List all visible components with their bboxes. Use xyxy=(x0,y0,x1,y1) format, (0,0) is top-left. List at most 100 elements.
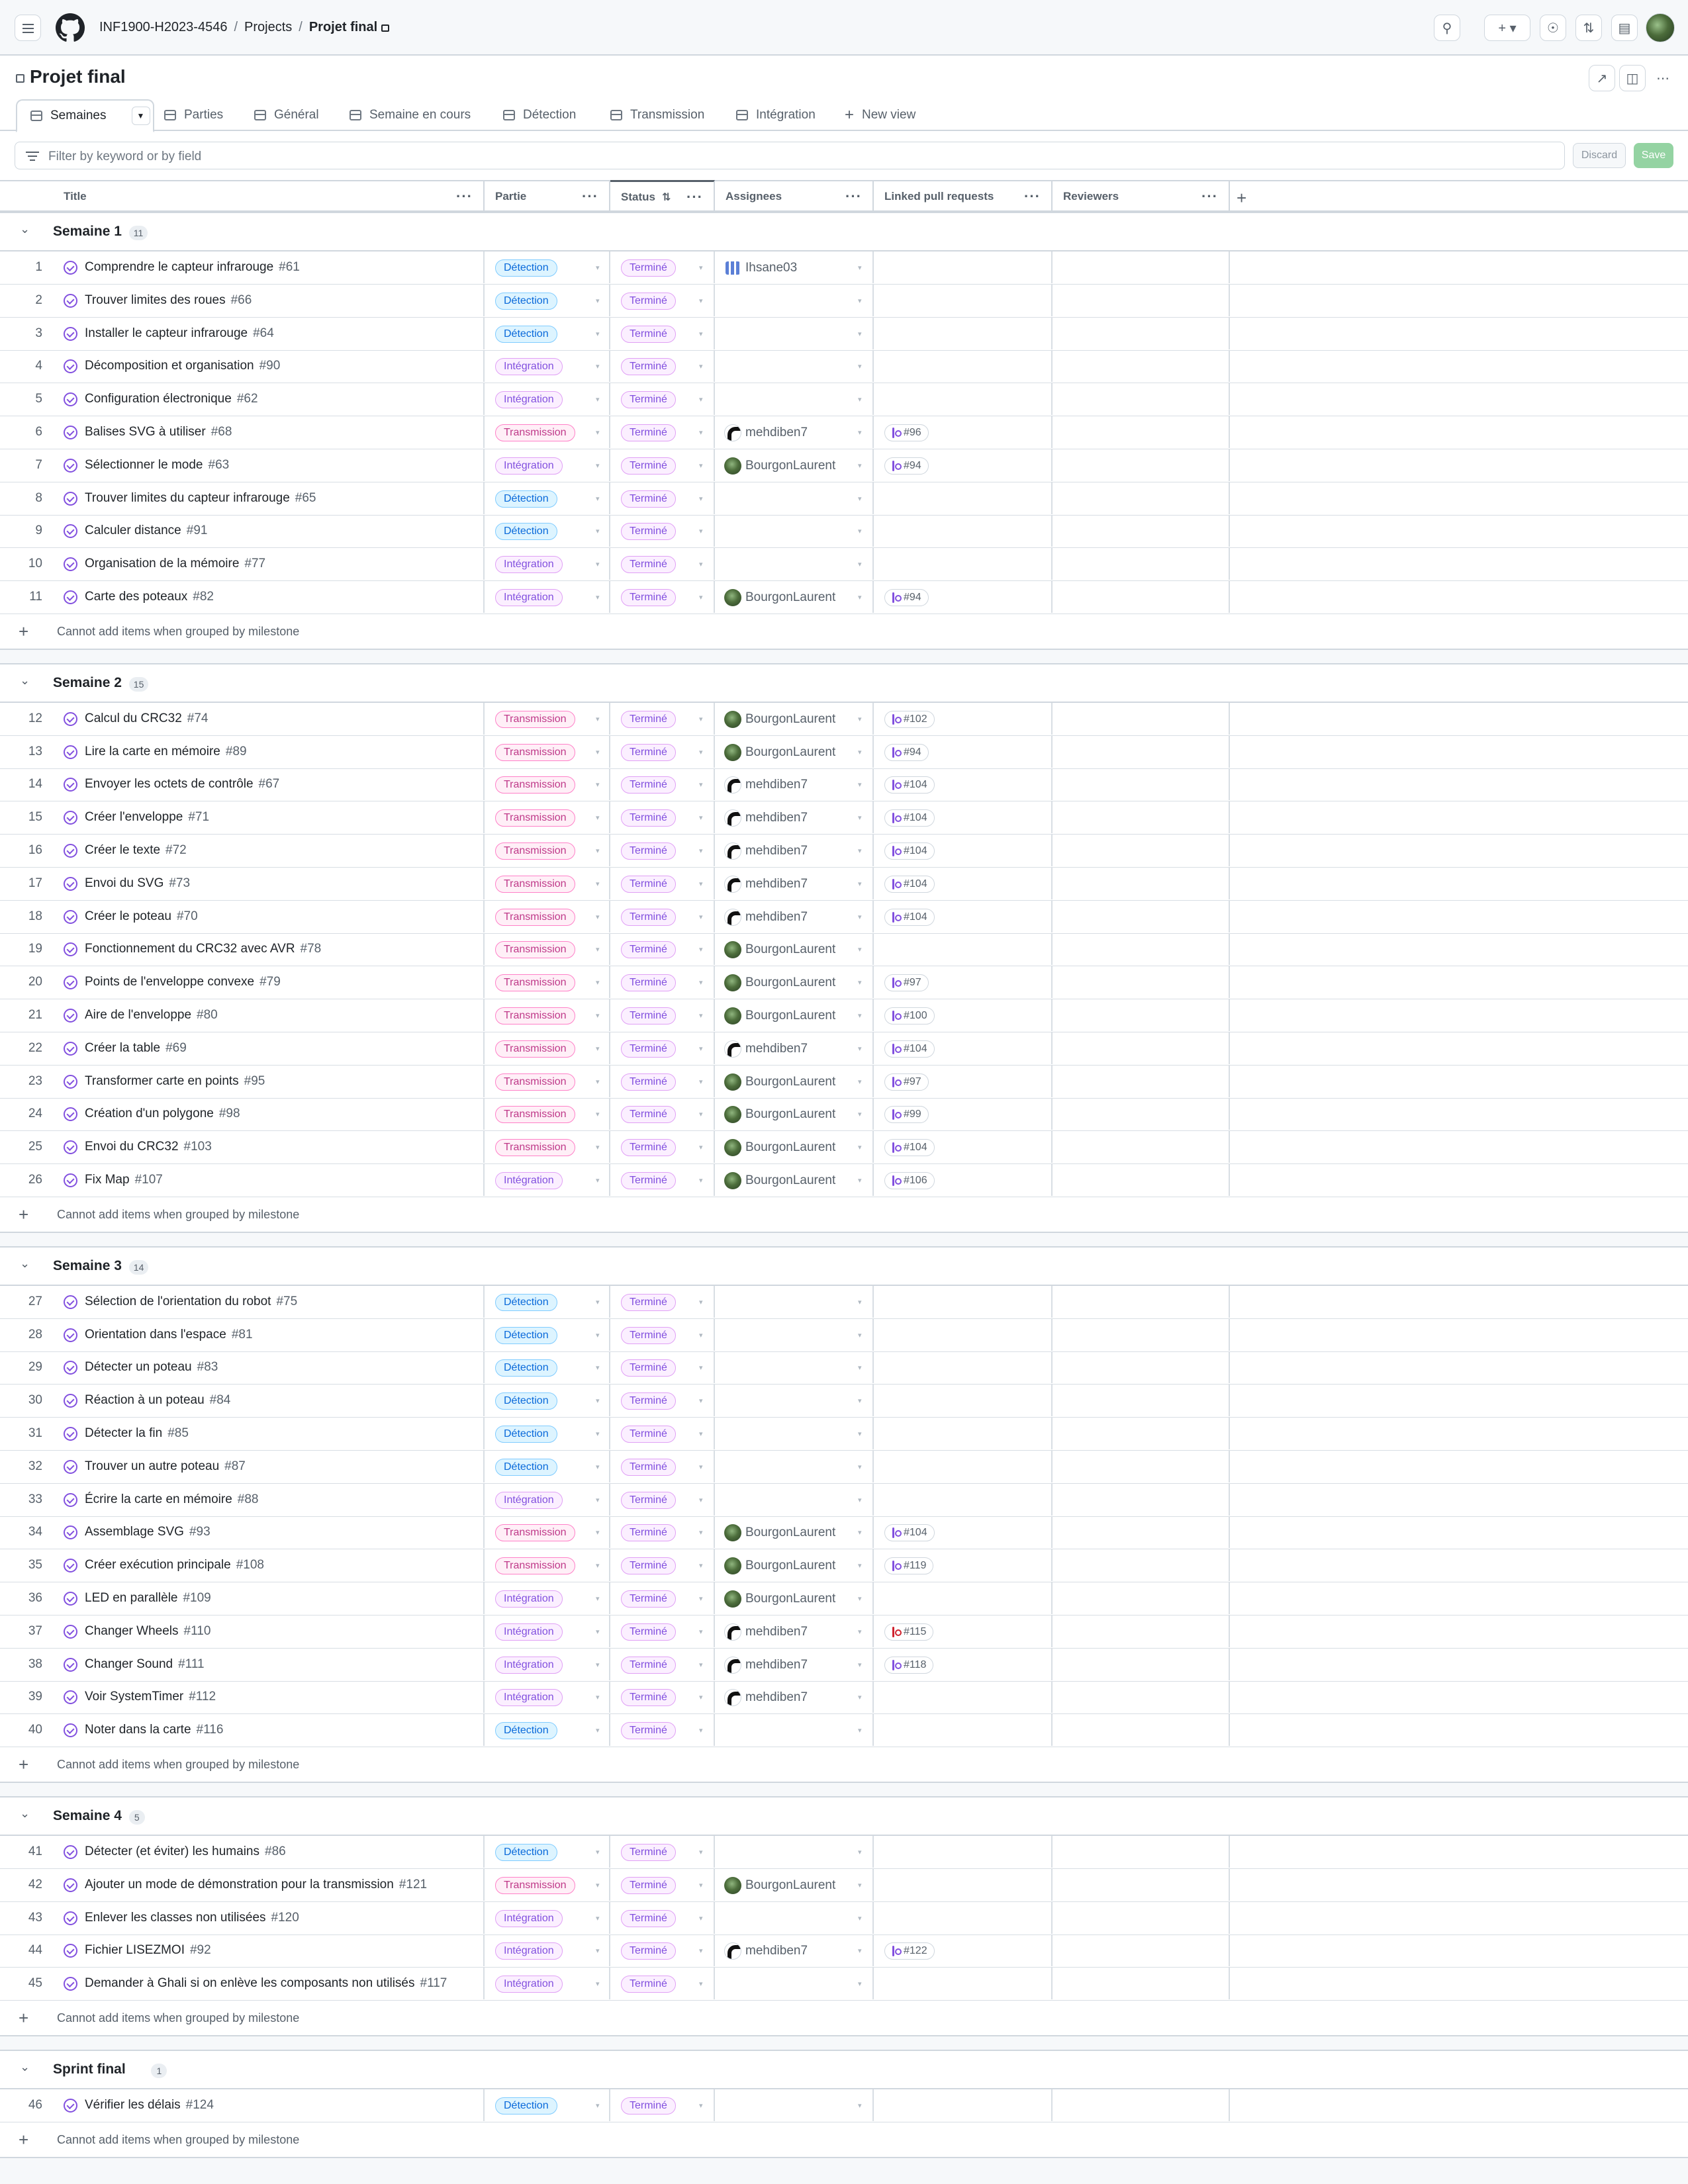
partie-badge[interactable]: Intégration xyxy=(495,1909,563,1927)
chevron-down-icon[interactable]: ▾ xyxy=(858,1946,862,1955)
table-cell[interactable] xyxy=(874,1868,1053,1901)
partie-badge[interactable]: Transmission xyxy=(495,941,575,959)
chevron-down-icon[interactable]: ▾ xyxy=(596,362,600,371)
chevron-down-icon[interactable]: ▾ xyxy=(596,1363,600,1372)
issue-title[interactable]: LED en parallèle #109 xyxy=(85,1591,211,1606)
chevron-down-icon[interactable]: ▾ xyxy=(596,494,600,503)
partie-badge[interactable]: Intégration xyxy=(495,1590,563,1608)
linked-pull-request[interactable]: #104 xyxy=(884,908,935,926)
breadcrumb-projects[interactable]: Projects xyxy=(244,20,292,34)
chevron-down-icon[interactable]: ▾ xyxy=(596,395,600,404)
plus-icon[interactable]: + xyxy=(19,1754,28,1775)
issue-title-text[interactable]: Aire de l'enveloppe xyxy=(85,1008,191,1022)
chevron-down-icon[interactable]: ▾ xyxy=(699,2101,703,2110)
chevron-down-icon[interactable]: ▾ xyxy=(699,296,703,305)
group-header[interactable]: ⌄ Semaine 1 11 xyxy=(0,212,1688,251)
chevron-down-icon[interactable]: ▾ xyxy=(858,1331,862,1340)
chevron-down-icon[interactable]: ▾ xyxy=(596,715,600,723)
status-badge[interactable]: Terminé xyxy=(621,1359,676,1377)
tab-general[interactable]: Général xyxy=(254,99,319,131)
table-cell[interactable] xyxy=(874,1714,1053,1747)
chevron-down-icon[interactable]: ▾ xyxy=(596,1110,600,1118)
chevron-down-icon[interactable]: ▾ xyxy=(858,978,862,987)
search-button[interactable]: ⚲ xyxy=(1434,15,1460,41)
linked-pull-request[interactable]: #100 xyxy=(884,1007,935,1024)
linked-pull-request[interactable]: #106 xyxy=(884,1172,935,1189)
table-cell[interactable] xyxy=(874,1385,1053,1417)
issue-title-text[interactable]: Orientation dans l'espace xyxy=(85,1328,226,1342)
table-row[interactable]: 40 Noter dans la carte #116 Détection ▾ Termi… xyxy=(0,1714,1688,1748)
table-cell[interactable] xyxy=(1053,735,1230,768)
partie-badge[interactable]: Intégration xyxy=(495,556,563,574)
issue-title[interactable]: Configuration électronique #62 xyxy=(85,392,258,406)
table-cell[interactable] xyxy=(874,933,1053,966)
chevron-down-icon[interactable]: ▾ xyxy=(699,1661,703,1669)
status-badge[interactable]: Terminé xyxy=(621,710,676,728)
table-cell[interactable] xyxy=(715,1351,874,1384)
table-cell[interactable] xyxy=(1053,1681,1230,1713)
assignee[interactable]: mehdiben7 xyxy=(724,1688,808,1707)
issue-title-text[interactable]: LED en parallèle xyxy=(85,1591,177,1605)
column-menu-icon[interactable]: ··· xyxy=(845,188,862,205)
issue-title-text[interactable]: Trouver un autre poteau xyxy=(85,1459,219,1473)
status-badge[interactable]: Terminé xyxy=(621,842,676,860)
issue-title[interactable]: Envoi du CRC32 #103 xyxy=(85,1140,212,1154)
issue-title-text[interactable]: Fonctionnement du CRC32 avec AVR xyxy=(85,942,295,956)
partie-badge[interactable]: Transmission xyxy=(495,424,575,441)
issue-title[interactable]: Demander à Ghali si on enlève les compos… xyxy=(85,1976,447,1991)
partie-badge[interactable]: Détection xyxy=(495,1844,557,1861)
add-item-row[interactable]: + Cannot add items when grouped by milest… xyxy=(0,614,1688,650)
chevron-down-icon[interactable]: ▾ xyxy=(699,263,703,272)
issue-title-text[interactable]: Changer Wheels xyxy=(85,1624,179,1638)
issue-title-text[interactable]: Vérifier les délais xyxy=(85,2098,181,2112)
issue-title[interactable]: Vérifier les délais #124 xyxy=(85,2098,214,2113)
issue-title[interactable]: Sélection de l'orientation du robot #75 xyxy=(85,1295,297,1309)
chevron-down-icon[interactable]: ▾ xyxy=(699,1331,703,1340)
table-cell[interactable] xyxy=(1053,2089,1230,2121)
column-status[interactable]: Status ⇅ ··· xyxy=(610,180,715,212)
table-cell[interactable] xyxy=(874,548,1053,580)
status-badge[interactable]: Terminé xyxy=(621,1623,676,1641)
issue-title-text[interactable]: Envoyer les octets de contrôle xyxy=(85,777,254,791)
table-cell[interactable] xyxy=(874,317,1053,349)
table-cell[interactable] xyxy=(1053,1648,1230,1680)
table-cell[interactable] xyxy=(874,515,1053,547)
insights-button[interactable]: ↗ xyxy=(1589,65,1615,91)
status-badge[interactable]: Terminé xyxy=(621,424,676,441)
table-cell[interactable] xyxy=(1053,284,1230,316)
chevron-down-icon[interactable]: ▾ xyxy=(858,461,862,470)
table-cell[interactable] xyxy=(1053,1385,1230,1417)
column-menu-icon[interactable]: ··· xyxy=(582,188,598,205)
status-badge[interactable]: Terminé xyxy=(621,391,676,409)
issue-title-text[interactable]: Balises SVG à utiliser xyxy=(85,425,206,439)
assignee[interactable]: BourgonLaurent xyxy=(724,710,835,729)
assignee[interactable]: mehdiben7 xyxy=(724,776,808,794)
table-cell[interactable] xyxy=(1053,251,1230,283)
issue-title[interactable]: Ajouter un mode de démonstration pour la… xyxy=(85,1878,427,1892)
issue-title[interactable]: Orientation dans l'espace #81 xyxy=(85,1328,253,1342)
chevron-down-icon[interactable]: ▾ xyxy=(699,527,703,535)
chevron-down-icon[interactable]: ▾ xyxy=(699,1396,703,1405)
add-item-row[interactable]: + Cannot add items when grouped by milest… xyxy=(0,2122,1688,2158)
chevron-down-icon[interactable]: ▼ xyxy=(131,107,150,125)
chevron-down-icon[interactable]: ▾ xyxy=(699,748,703,756)
partie-badge[interactable]: Détection xyxy=(495,1722,557,1740)
chevron-down-icon[interactable]: ▾ xyxy=(858,1430,862,1438)
chevron-down-icon[interactable]: ▾ xyxy=(699,1176,703,1185)
table-row[interactable]: 32 Trouver un autre poteau #87 Détection ▾ Te… xyxy=(0,1450,1688,1484)
table-cell[interactable] xyxy=(1053,449,1230,481)
chevron-down-icon[interactable]: ▾ xyxy=(699,913,703,921)
table-cell[interactable] xyxy=(874,383,1053,416)
assignee[interactable]: Ihsane03 xyxy=(724,259,797,277)
table-cell[interactable] xyxy=(715,1418,874,1449)
chevron-down-icon[interactable]: ▾ xyxy=(858,1979,862,1988)
table-cell[interactable] xyxy=(715,482,874,514)
partie-badge[interactable]: Intégration xyxy=(495,589,563,606)
issue-title[interactable]: Fichier LISEZMOI #92 xyxy=(85,1943,211,1958)
issue-title-text[interactable]: Installer le capteur infrarouge xyxy=(85,326,248,340)
issue-title[interactable]: Installer le capteur infrarouge #64 xyxy=(85,326,274,341)
column-menu-icon[interactable]: ··· xyxy=(1201,188,1218,205)
linked-pull-request[interactable]: #99 xyxy=(884,1106,929,1124)
table-row[interactable]: 33 Écrire la carte en mémoire #88 Intégrati… xyxy=(0,1483,1688,1517)
issues-button[interactable]: ☉ xyxy=(1540,15,1566,41)
